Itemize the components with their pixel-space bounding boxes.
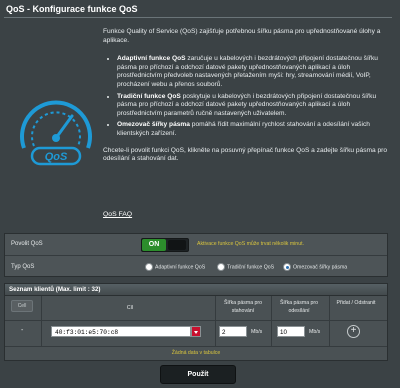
- bullet-title: Omezovač šířky pásma: [117, 121, 190, 129]
- upload-unit: Mb/s: [309, 329, 321, 335]
- apply-button[interactable]: Použít: [160, 365, 236, 384]
- new-row-dash: -: [21, 327, 24, 334]
- add-client-button[interactable]: +: [347, 325, 360, 338]
- row-divider: [5, 320, 387, 321]
- column-cell: Cell: [11, 300, 35, 312]
- radio-selected-icon: [283, 263, 291, 271]
- column-download: Šířka pásma pro stahování: [223, 300, 263, 314]
- cell-button[interactable]: Cell: [11, 300, 33, 312]
- column-divider: [271, 296, 272, 346]
- client-list-header: Seznam klientů (Max. limit : 32): [5, 284, 387, 296]
- intro-closing: Chcete-li povolit funkci QoS, klikněte n…: [103, 146, 388, 163]
- column-divider: [329, 296, 330, 346]
- radio-label: Tradiční funkce QoS: [227, 264, 275, 271]
- toggle-note: Aktivace funkce QoS může trvat několik m…: [197, 241, 304, 247]
- radio-adaptive-qos[interactable]: Adaptivní funkce QoS: [145, 263, 205, 271]
- empty-table-message: Žádná data v tabulce: [5, 346, 387, 359]
- enable-qos-label: Povolit QoS: [11, 241, 43, 247]
- title-divider: [4, 17, 392, 18]
- radio-label: Adaptivní funkce QoS: [155, 264, 206, 271]
- client-list-table: Seznam klientů (Max. limit : 32) Cell Cí…: [4, 283, 388, 361]
- client-mac-input[interactable]: 40:f3:01:e5:70:c8: [51, 326, 191, 337]
- qos-faq-link[interactable]: QoS FAQ: [103, 211, 132, 218]
- column-divider: [215, 296, 216, 346]
- column-action: Přidat / Odstranit: [336, 300, 376, 306]
- list-item: Adaptivní funkce QoS zaručuje u kabelový…: [117, 55, 388, 89]
- radio-icon: [217, 263, 225, 271]
- qos-type-list: Adaptivní funkce QoS zaručuje u kabelový…: [103, 55, 388, 138]
- column-upload: Šířka pásma pro odesílání: [279, 300, 319, 314]
- column-client: Cíl: [126, 305, 134, 311]
- page-title: QoS - Konfigurace funkce QoS: [6, 4, 138, 14]
- intro-text: Funkce Quality of Service (QoS) zajišťuj…: [103, 28, 388, 174]
- download-bandwidth-input[interactable]: 2: [219, 326, 247, 337]
- client-dropdown-button[interactable]: [191, 326, 201, 337]
- upload-bandwidth-input[interactable]: 10: [277, 326, 305, 337]
- qos-toggle[interactable]: ON: [141, 238, 189, 252]
- radio-label: Omezovač šířky pásma: [293, 264, 348, 271]
- list-item: Omezovač šířky pásma pomáhá řídit maximá…: [117, 121, 388, 138]
- radio-traditional-qos[interactable]: Tradiční funkce QoS: [217, 263, 274, 271]
- intro-paragraph: Funkce Quality of Service (QoS) zajišťuj…: [103, 28, 381, 44]
- qos-speedometer-icon: QoS: [20, 100, 92, 166]
- bullet-title: Adaptivní funkce QoS: [117, 55, 186, 63]
- download-unit: Mb/s: [251, 329, 263, 335]
- toggle-knob: [168, 240, 186, 250]
- radio-icon: [145, 263, 153, 271]
- qos-settings-table: Povolit QoS ON Aktivace funkce QoS může …: [4, 233, 388, 277]
- qos-type-row: Typ QoS Adaptivní funkce QoS Tradiční fu…: [5, 255, 387, 277]
- list-item: Tradiční funkce QoS poskytuje u kabelový…: [117, 93, 388, 119]
- radio-bandwidth-limiter[interactable]: Omezovač šířky pásma: [283, 263, 347, 271]
- qos-type-label: Typ QoS: [11, 264, 35, 270]
- toggle-on-label: ON: [142, 239, 166, 251]
- bullet-title: Tradiční funkce QoS: [117, 92, 181, 100]
- qos-panel: QoS - Konfigurace funkce QoS QoS Funkce …: [0, 0, 400, 388]
- svg-text:QoS: QoS: [45, 151, 68, 163]
- column-divider: [41, 296, 42, 346]
- enable-qos-row: Povolit QoS ON Aktivace funkce QoS může …: [5, 234, 387, 255]
